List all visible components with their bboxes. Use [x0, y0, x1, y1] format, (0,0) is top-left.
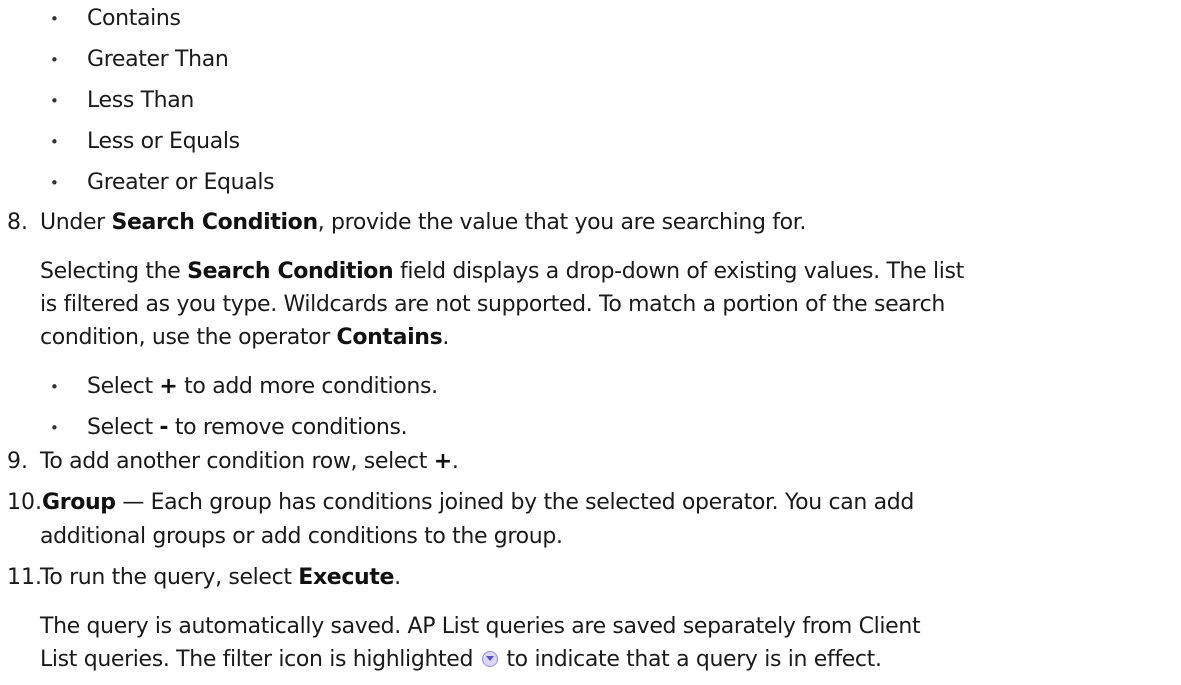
step-10-line-1: Group — Each group has conditions joined…: [42, 490, 914, 515]
step-8-para-line-3: condition, use the operator Contains.: [40, 325, 449, 350]
step-8-bullet-add: • Select + to add more conditions.: [50, 374, 438, 399]
operator-bullet-less-than: • Less Than: [50, 88, 194, 113]
step-11-para-line-2: List queries. The filter icon is highlig…: [40, 647, 882, 672]
step-8-bullet-remove: • Select - to remove conditions.: [50, 415, 408, 440]
step-8-number: 8.: [7, 210, 28, 235]
operator-bullet-greater-or-equals: • Greater or Equals: [50, 170, 275, 195]
step-11-para-line-1: The query is automatically saved. AP Lis…: [40, 614, 921, 639]
operator-bullet-contains: • Contains: [50, 6, 181, 31]
step-9-text: To add another condition row, select +.: [40, 449, 459, 474]
operator-bullet-greater-than: • Greater Than: [50, 47, 229, 72]
step-9-number: 9.: [7, 449, 28, 474]
step-8-para-line-1: Selecting the Search Condition field dis…: [40, 259, 964, 284]
step-8-para-line-2: is filtered as you type. Wildcards are n…: [40, 292, 945, 317]
document-page: { "operator_bullets": ["Contains", "Grea…: [0, 0, 1181, 685]
filter-highlighted-icon: [481, 651, 498, 667]
step-11-number: 11.: [7, 565, 42, 590]
step-11-text: To run the query, select Execute.: [40, 565, 401, 590]
step-8-text: Under Search Condition, provide the valu…: [40, 210, 807, 235]
step-10-number: 10.: [7, 490, 42, 515]
operator-bullet-less-or-equals: • Less or Equals: [50, 129, 240, 154]
step-10-line-2: additional groups or add conditions to t…: [40, 524, 563, 549]
